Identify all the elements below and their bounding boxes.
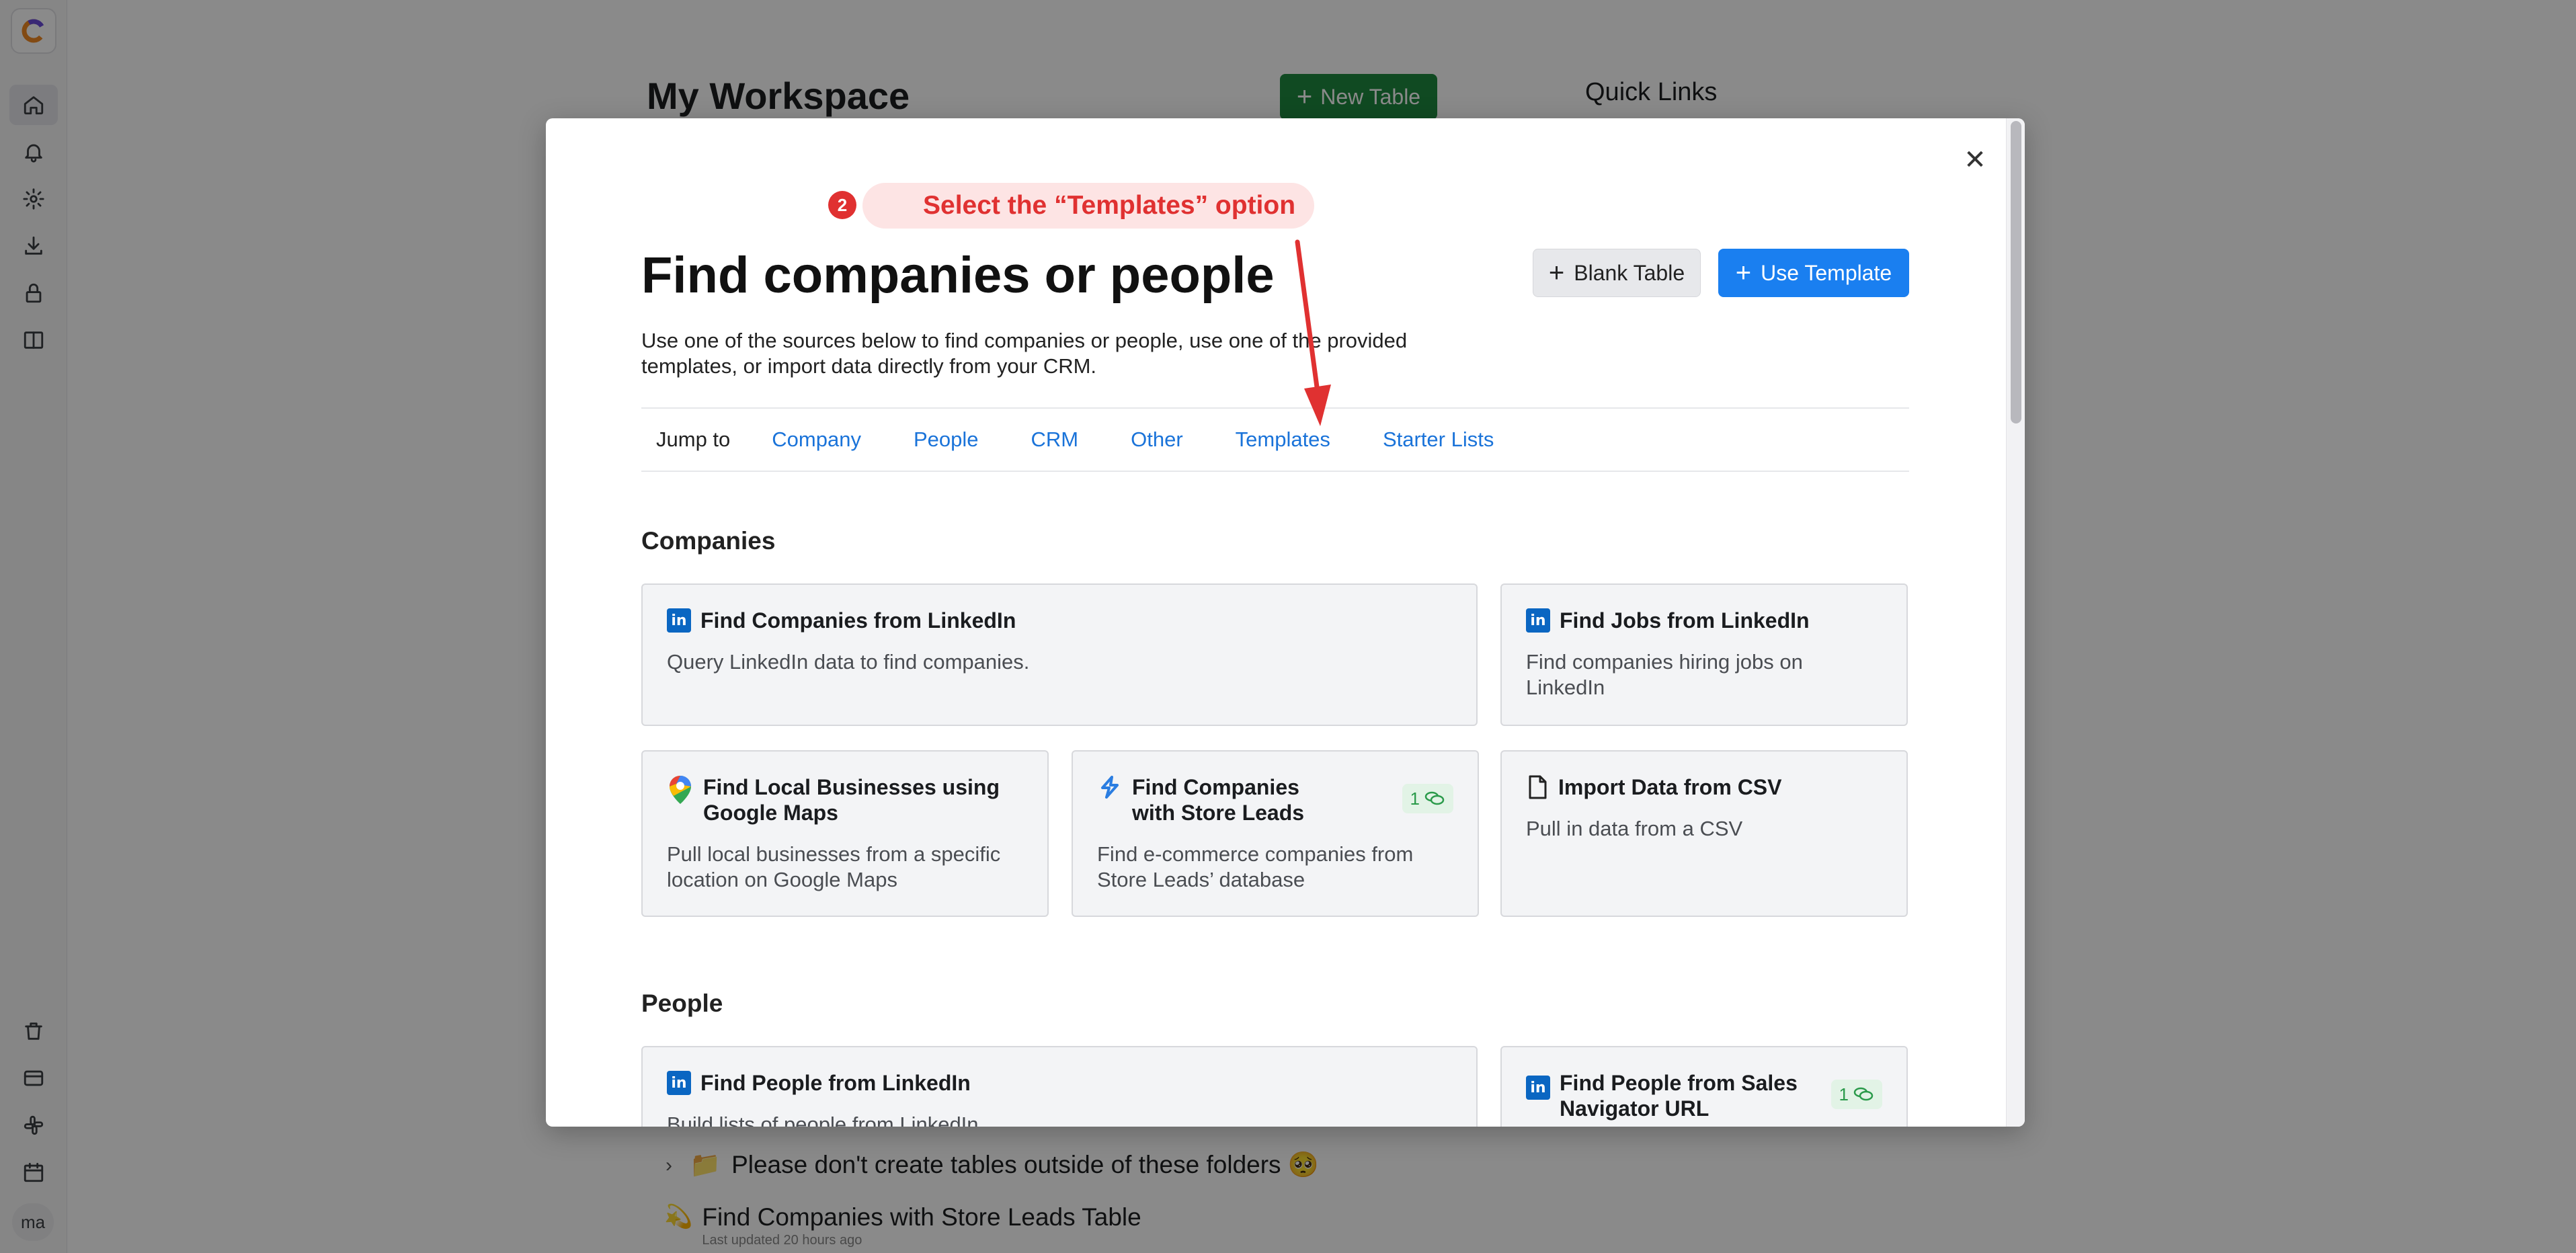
jump-link-people[interactable]: People (914, 428, 979, 452)
credit-count: 1 (1839, 1084, 1849, 1104)
close-icon[interactable]: ✕ (1956, 141, 1994, 179)
linkedin-icon: in (1526, 608, 1550, 633)
card-title: Find Jobs from LinkedIn (1560, 608, 1810, 633)
linkedin-icon: in (667, 1071, 691, 1095)
card-find-people-linkedin[interactable]: in Find People from LinkedIn Build lists… (641, 1046, 1478, 1127)
jump-link-starter-lists[interactable]: Starter Lists (1383, 428, 1494, 452)
card-find-jobs-linkedin[interactable]: in Find Jobs from LinkedIn Find companie… (1500, 583, 1908, 726)
credit-badge: 1 (1830, 1080, 1882, 1109)
coins-icon (1853, 1087, 1874, 1101)
linkedin-icon: in (1526, 1076, 1550, 1100)
coins-icon (1424, 791, 1445, 805)
file-icon (1529, 775, 1547, 799)
jump-to-label: Jump to (656, 428, 731, 451)
blank-table-label: Blank Table (1574, 260, 1685, 285)
section-title-companies: Companies (641, 527, 776, 555)
credit-count: 1 (1410, 788, 1420, 809)
card-find-local-businesses[interactable]: Find Local Businesses using Google Maps … (641, 750, 1049, 917)
jump-link-other[interactable]: Other (1131, 428, 1183, 452)
card-find-people-sales-navigator[interactable]: in Find People from Sales Navigator URL … (1500, 1046, 1908, 1127)
use-template-button[interactable]: + Use Template (1718, 249, 1909, 297)
store-leads-icon (1101, 776, 1119, 799)
jump-link-templates[interactable]: Templates (1236, 428, 1330, 452)
card-description: Pull local businesses from a specific lo… (667, 842, 1001, 891)
modal-scrollbar[interactable] (2006, 118, 2025, 1127)
card-description: Build lists of people from LinkedIn (667, 1113, 979, 1127)
modal-description: Use one of the sources below to find com… (641, 329, 1408, 378)
credit-badge: 1 (1402, 784, 1453, 813)
google-maps-icon (670, 776, 691, 804)
card-find-companies-linkedin[interactable]: in Find Companies from LinkedIn Query Li… (641, 583, 1478, 726)
jump-link-company[interactable]: Company (772, 428, 861, 452)
card-import-csv[interactable]: Import Data from CSV Pull in data from a… (1500, 750, 1908, 917)
annotation-callout: Select the “Templates” option (862, 183, 1315, 229)
plus-icon: + (1548, 258, 1565, 288)
annotation-step-number: 2 (828, 191, 856, 219)
card-title: Import Data from CSV (1558, 775, 1782, 799)
new-table-modal: ✕ Find companies or people Use one of th… (546, 118, 2025, 1127)
card-description: Pull in data from a CSV (1526, 817, 1743, 840)
section-title-people: People (641, 989, 723, 1017)
jump-link-crm[interactable]: CRM (1031, 428, 1079, 452)
card-description: Query LinkedIn data to find companies. (667, 650, 1030, 674)
card-find-companies-store-leads[interactable]: Find Companies with Store Leads 1 Find e… (1072, 750, 1479, 917)
jump-to-nav: Jump to Company People CRM Other Templat… (641, 407, 1909, 472)
card-title: Find People from Sales Navigator URL (1560, 1071, 1798, 1121)
card-title: Find People from LinkedIn (700, 1071, 971, 1095)
plus-icon: + (1735, 258, 1752, 288)
card-description: Find e-commerce companies from Store Lea… (1097, 842, 1414, 891)
card-title: Find Companies from LinkedIn (700, 608, 1016, 633)
blank-table-button[interactable]: + Blank Table (1533, 249, 1701, 297)
card-title: Find Companies with Store Leads (1132, 775, 1305, 825)
annotation-text: Select the “Templates” option (923, 191, 1296, 220)
modal-title: Find companies or people (641, 247, 1275, 304)
linkedin-icon: in (667, 608, 691, 633)
scrollbar-thumb[interactable] (2011, 121, 2021, 423)
card-title: Find Local Businesses using Google Maps (703, 775, 1000, 825)
card-description: Find companies hiring jobs on LinkedIn (1526, 650, 1803, 699)
use-template-label: Use Template (1761, 260, 1892, 285)
